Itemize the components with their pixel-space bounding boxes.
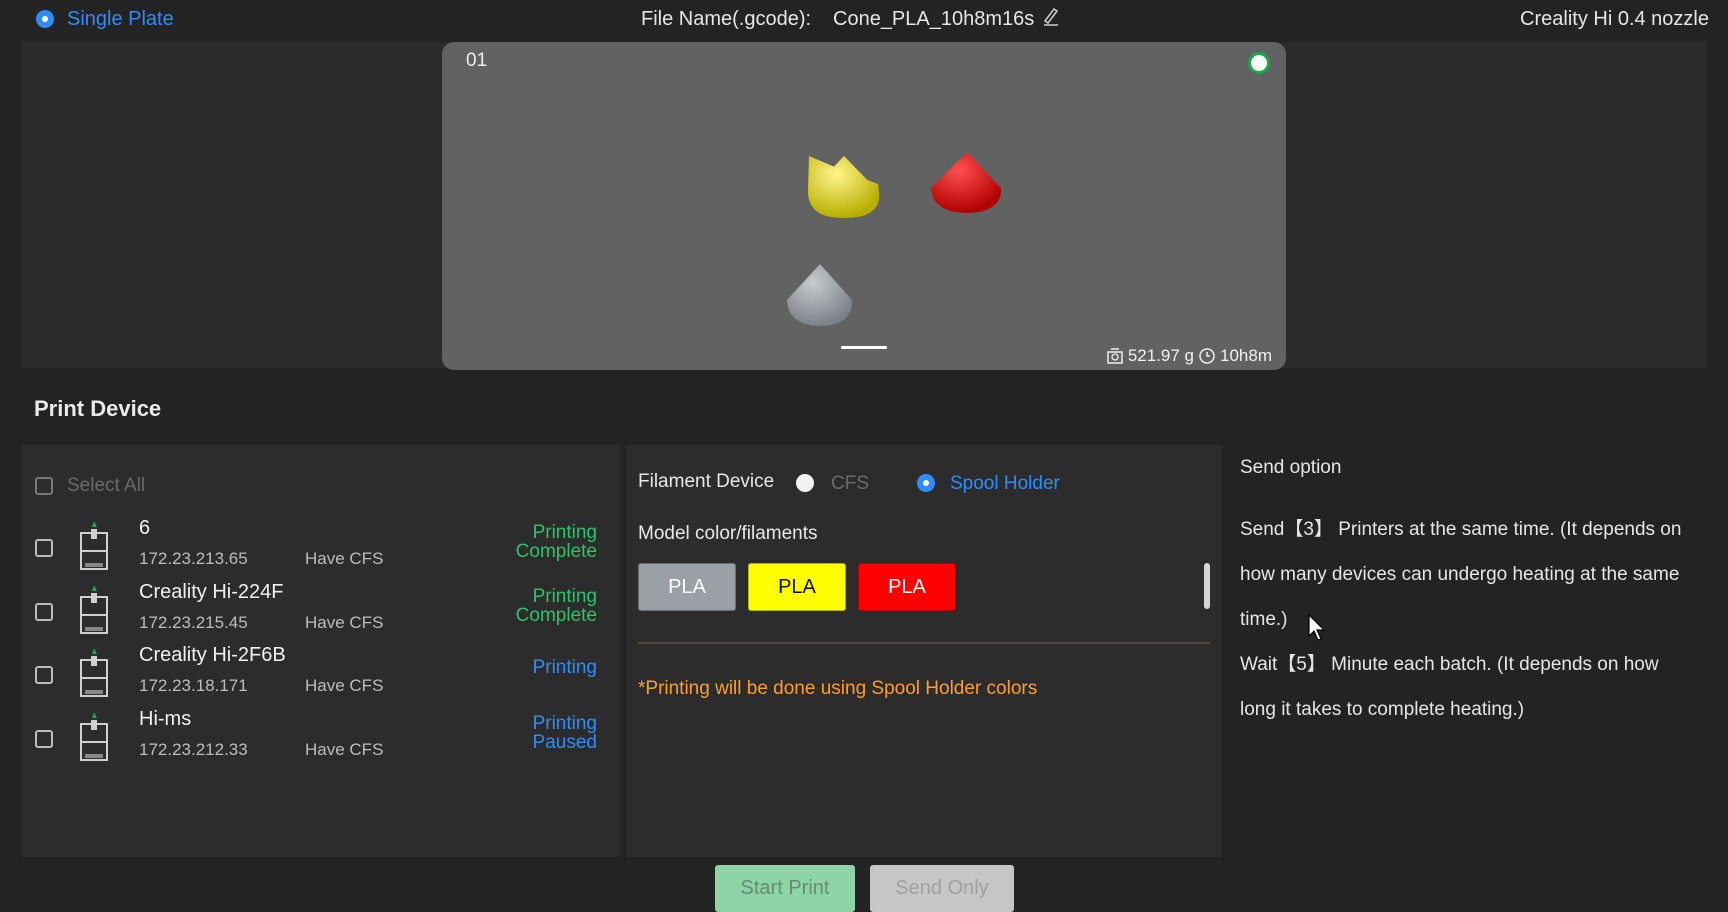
filament-chip-gray[interactable]: PLA [638, 563, 736, 611]
device-checkbox[interactable] [35, 730, 53, 748]
plate-preview[interactable]: 01 521.97 g 10h8m [442, 42, 1286, 370]
start-print-button[interactable]: Start Print [715, 865, 855, 912]
device-cfs: Have CFS [305, 740, 384, 759]
device-status: Printing [532, 657, 597, 678]
model-colors-label: Model color/filaments [638, 523, 818, 544]
single-plate-radio[interactable] [36, 10, 54, 28]
file-name-label: File Name(.gcode): [641, 8, 812, 30]
filament-scrollbar[interactable] [1204, 563, 1210, 609]
device-cfs: Have CFS [305, 613, 384, 632]
send-only-button[interactable]: Send Only [870, 865, 1014, 912]
send-option-line: time.) [1240, 609, 1288, 630]
file-name-value: Cone_PLA_10h8m16s [833, 8, 1035, 30]
device-row[interactable]: 6 172.23.213.65 Have CFS Printing Complet… [21, 517, 620, 579]
printer-icon [80, 648, 108, 697]
device-ip: 172.23.213.65 [139, 549, 248, 568]
clock-icon [1199, 348, 1215, 364]
send-option-title: Send option [1240, 457, 1342, 478]
printer-icon [80, 521, 108, 570]
spool-holder-note: *Printing will be done using Spool Holde… [638, 678, 1038, 699]
spool-holder-label[interactable]: Spool Holder [950, 473, 1060, 495]
plate-objects [787, 152, 1002, 326]
printer-icon [80, 712, 108, 761]
filament-chips: PLA PLA PLA [638, 563, 956, 611]
send-option-line: Wait【5】 Minute each batch. (It depends o… [1240, 654, 1659, 675]
edit-icon[interactable] [1042, 6, 1060, 31]
filament-panel: Filament Device CFS Spool Holder Model c… [626, 445, 1222, 857]
device-status: Printing Complete [515, 522, 597, 562]
filament-chip-red[interactable]: PLA [858, 563, 956, 611]
device-name: Creality Hi-2F6B [139, 644, 286, 666]
select-all-label[interactable]: Select All [67, 475, 145, 497]
red-cone[interactable] [931, 152, 1002, 213]
select-all-checkbox[interactable] [35, 477, 53, 495]
device-status: Printing Paused [532, 713, 597, 753]
device-checkbox[interactable] [35, 603, 53, 621]
send-option-line: long it takes to complete heating.) [1240, 699, 1525, 720]
mouse-cursor-icon [1308, 614, 1326, 641]
device-row[interactable]: Hi-ms 172.23.212.33 Have CFS Printing Pau… [21, 708, 620, 770]
device-list-panel: Select All 6 172.23.213.65 Have CFS Prin… [21, 445, 620, 857]
plate-info: 521.97 g 10h8m [1106, 346, 1272, 366]
device-checkbox[interactable] [35, 666, 53, 684]
device-cfs: Have CFS [305, 676, 384, 695]
device-checkbox[interactable] [35, 539, 53, 557]
device-ip: 172.23.18.171 [139, 676, 248, 695]
send-option-line: how many devices can undergo heating at … [1240, 564, 1680, 585]
device-ip: 172.23.215.45 [139, 613, 248, 632]
spool-holder-radio[interactable] [917, 474, 935, 492]
send-option-description: Send【3】 Printers at the same time. (It d… [1240, 507, 1681, 732]
device-ip: 172.23.212.33 [139, 740, 248, 759]
weight-icon [1107, 348, 1123, 364]
plate-weight: 521.97 g [1127, 346, 1195, 365]
plate-time: 10h8m [1220, 346, 1272, 365]
printer-icon [80, 585, 108, 634]
plate-scroll-indicator[interactable] [841, 346, 887, 349]
print-device-title: Print Device [34, 396, 162, 421]
filament-divider [638, 642, 1210, 644]
single-plate-label[interactable]: Single Plate [67, 8, 174, 31]
device-row[interactable]: Creality Hi-224F 172.23.215.45 Have CFS … [21, 581, 620, 643]
device-name: Creality Hi-224F [139, 581, 284, 603]
yellow-cone[interactable] [808, 156, 880, 218]
cfs-option-label[interactable]: CFS [831, 473, 869, 495]
send-option-panel: Send option Send【3】 Printers at the same… [1228, 445, 1708, 857]
device-status: Printing Complete [515, 586, 597, 626]
filament-device-label: Filament Device [638, 471, 775, 492]
filament-chip-yellow[interactable]: PLA [748, 563, 846, 611]
send-option-line: Send【3】 Printers at the same time. (It d… [1240, 519, 1682, 540]
gray-cone[interactable] [787, 264, 853, 326]
device-row[interactable]: Creality Hi-2F6B 172.23.18.171 Have CFS … [21, 644, 620, 706]
printer-preset: Creality Hi 0.4 nozzle [1520, 8, 1709, 30]
device-name: 6 [139, 517, 151, 539]
device-cfs: Have CFS [305, 549, 384, 568]
cfs-radio[interactable] [796, 474, 814, 492]
device-name: Hi-ms [139, 708, 192, 730]
